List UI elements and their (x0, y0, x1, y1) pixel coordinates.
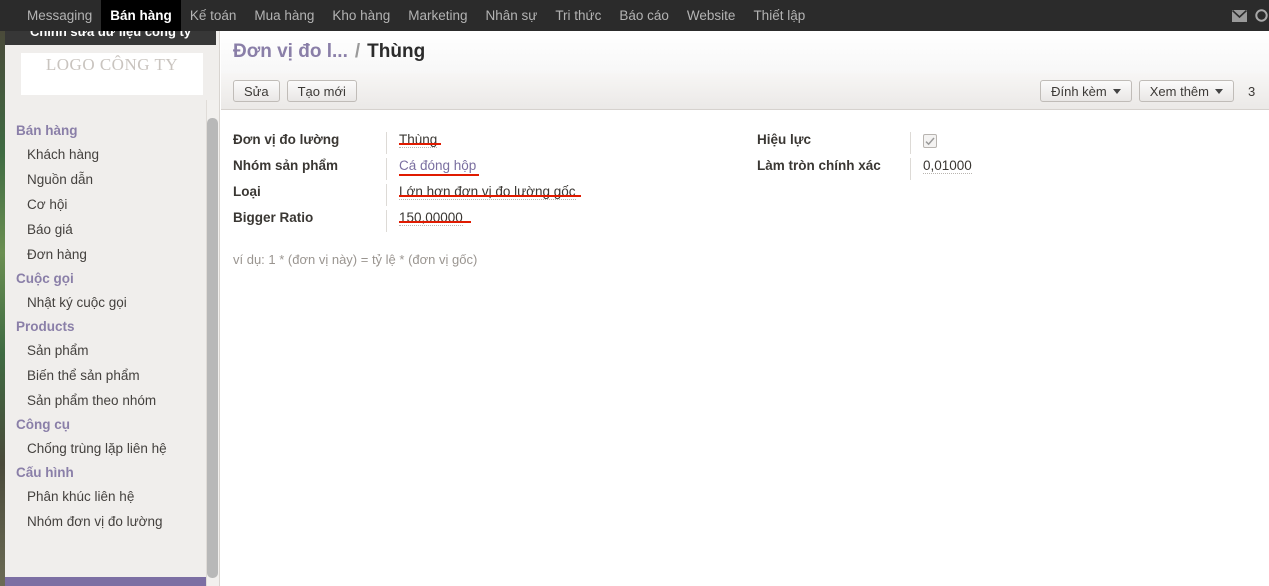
sidebar-item-1-0[interactable]: Nhật ký cuộc gọi (5, 290, 219, 315)
sidebar-item-2-2[interactable]: Sản phẩm theo nhóm (5, 388, 219, 413)
breadcrumb-separator: / (354, 41, 361, 62)
field-label: Làm tròn chính xác (757, 158, 881, 173)
chevron-down-icon (1215, 88, 1223, 94)
top-nav-item-8[interactable]: Báo cáo (610, 0, 678, 31)
sidebar-item-2-1[interactable]: Biến thể sản phẩm (5, 363, 219, 388)
sidebar-group-4[interactable]: Cấu hình (5, 461, 219, 484)
breadcrumb-parent-link[interactable]: Đơn vị đo l... (233, 41, 348, 63)
field-label: Loại (233, 184, 261, 199)
sidebar-item-0-1[interactable]: Nguồn dẫn (5, 167, 219, 192)
breadcrumb: Đơn vị đo l... / Thùng (221, 31, 1269, 73)
top-nav-item-0[interactable]: Messaging (18, 0, 101, 31)
company-logo-text: LOGO CÔNG TY (45, 55, 179, 74)
more-dropdown-label: Xem thêm (1149, 83, 1209, 99)
top-nav-item-2[interactable]: Kế toán (181, 0, 246, 31)
field-value (911, 132, 937, 148)
form-field-row: Loại Lớn hơn đơn vị đo lường gốc (221, 184, 745, 210)
top-nav-item-9[interactable]: Website (678, 0, 745, 31)
field-value: Thùng (387, 132, 442, 148)
form-field-row: Nhóm sản phẩm Cá đóng hộp (221, 158, 745, 184)
sidebar-item-0-4[interactable]: Đơn hàng (5, 242, 219, 267)
top-navigation-bar: Messaging Bán hàng Kế toán Mua hàng Kho hàng… (0, 0, 1269, 31)
gear-icon[interactable] (1253, 0, 1269, 31)
sidebar-item-0-3[interactable]: Báo giá (5, 217, 219, 242)
field-value-text: Thùng (399, 132, 438, 148)
toolbar-right-actions: Đính kèm Xem thêm 3 (1040, 80, 1257, 102)
sidebar-item-0-2[interactable]: Cơ hội (5, 192, 219, 217)
field-value-text: Cá đóng hộp (399, 158, 477, 173)
record-form: Đơn vị đo lường Thùng Nhóm sản phẩm Cá đóng… (221, 110, 1269, 267)
field-value: 0,01000 (911, 158, 972, 174)
top-nav-item-4[interactable]: Kho hàng (323, 0, 399, 31)
attachment-dropdown-label: Đính kèm (1051, 83, 1107, 99)
top-nav-icons (1225, 0, 1269, 31)
edit-button[interactable]: Sửa (233, 80, 280, 102)
sidebar-item-0-0[interactable]: Khách hàng (5, 142, 219, 167)
top-nav-items: Messaging Bán hàng Kế toán Mua hàng Kho hàng… (0, 0, 814, 31)
field-value: 150,00000 (387, 210, 471, 226)
field-label: Hiệu lực (757, 132, 812, 147)
company-logo[interactable]: LOGO CÔNG TY (21, 53, 203, 95)
sidebar-menu: Bán hàng Khách hàng Nguồn dẫn Cơ hội Báo giá… (5, 119, 219, 534)
active-checkbox[interactable] (923, 134, 937, 148)
top-nav-item-1[interactable]: Bán hàng (101, 0, 181, 31)
field-label: Đơn vị đo lường (233, 132, 340, 147)
create-button[interactable]: Tạo mới (286, 80, 357, 102)
ratio-hint-text: ví dụ: 1 * (đơn vị này) = tỷ lệ * (đơn v… (233, 252, 478, 267)
sidebar-item-4-0[interactable]: Phân khúc liên hệ (5, 484, 219, 509)
more-dropdown-button[interactable]: Xem thêm (1138, 80, 1234, 102)
top-nav-item-10[interactable]: Thiết lập (744, 0, 814, 31)
form-field-row: Bigger Ratio 150,00000 (221, 210, 745, 236)
left-edge-accent-strip (0, 31, 5, 586)
sidebar-item-3-0[interactable]: Chống trùng lặp liên hệ (5, 436, 219, 461)
breadcrumb-current: Thùng (367, 41, 426, 62)
sidebar-group-3[interactable]: Công cụ (5, 413, 219, 436)
field-value[interactable]: Cá đóng hộp (387, 158, 480, 176)
record-pager[interactable]: 3 (1248, 84, 1257, 99)
record-toolbar: Sửa Tạo mới Đính kèm Xem thêm 3 (221, 73, 1269, 110)
top-nav-item-7[interactable]: Tri thức (546, 0, 610, 31)
form-left-column: Đơn vị đo lường Thùng Nhóm sản phẩm Cá đóng… (221, 132, 745, 236)
field-value: Lớn hơn đơn vị đo lường gốc (387, 184, 581, 200)
form-field-row: Hiệu lực (745, 132, 1269, 158)
sidebar-item-2-0[interactable]: Sản phẩm (5, 338, 219, 363)
field-label: Bigger Ratio (233, 210, 314, 225)
sidebar-group-2[interactable]: Products (5, 315, 219, 338)
attachment-dropdown-button[interactable]: Đính kèm (1040, 80, 1132, 102)
sidebar-group-1[interactable]: Cuộc gọi (5, 267, 219, 290)
chevron-down-icon (1112, 88, 1121, 94)
field-label: Nhóm sản phẩm (233, 158, 339, 173)
form-field-row: Làm tròn chính xác 0,01000 (745, 158, 1269, 184)
sidebar-bottom-accent-bar (5, 577, 216, 586)
field-value-text: 150,00000 (399, 210, 463, 226)
top-nav-item-5[interactable]: Marketing (399, 0, 476, 31)
form-right-column: Hiệu lực Làm tròn chính xác 0,01000 (745, 132, 1269, 236)
top-nav-item-3[interactable]: Mua hàng (245, 0, 323, 31)
main-content: Đơn vị đo l... / Thùng Sửa Tạo mới Đính … (221, 31, 1269, 586)
field-value-text: Lớn hơn đơn vị đo lường gốc (399, 184, 576, 200)
mail-icon[interactable] (1225, 0, 1253, 31)
sidebar-scrollbar-thumb[interactable] (207, 118, 218, 578)
form-field-row: Đơn vị đo lường Thùng (221, 132, 745, 158)
form-columns: Đơn vị đo lường Thùng Nhóm sản phẩm Cá đóng… (221, 132, 1269, 236)
top-nav-item-6[interactable]: Nhân sự (477, 0, 547, 31)
sidebar: LOGO CÔNG TY Bán hàng Khách hàng Nguồn dẫn… (5, 31, 220, 586)
sidebar-item-4-1[interactable]: Nhóm đơn vị đo lường (5, 509, 219, 534)
field-value-text: 0,01000 (923, 158, 972, 174)
sidebar-group-0[interactable]: Bán hàng (5, 119, 219, 142)
